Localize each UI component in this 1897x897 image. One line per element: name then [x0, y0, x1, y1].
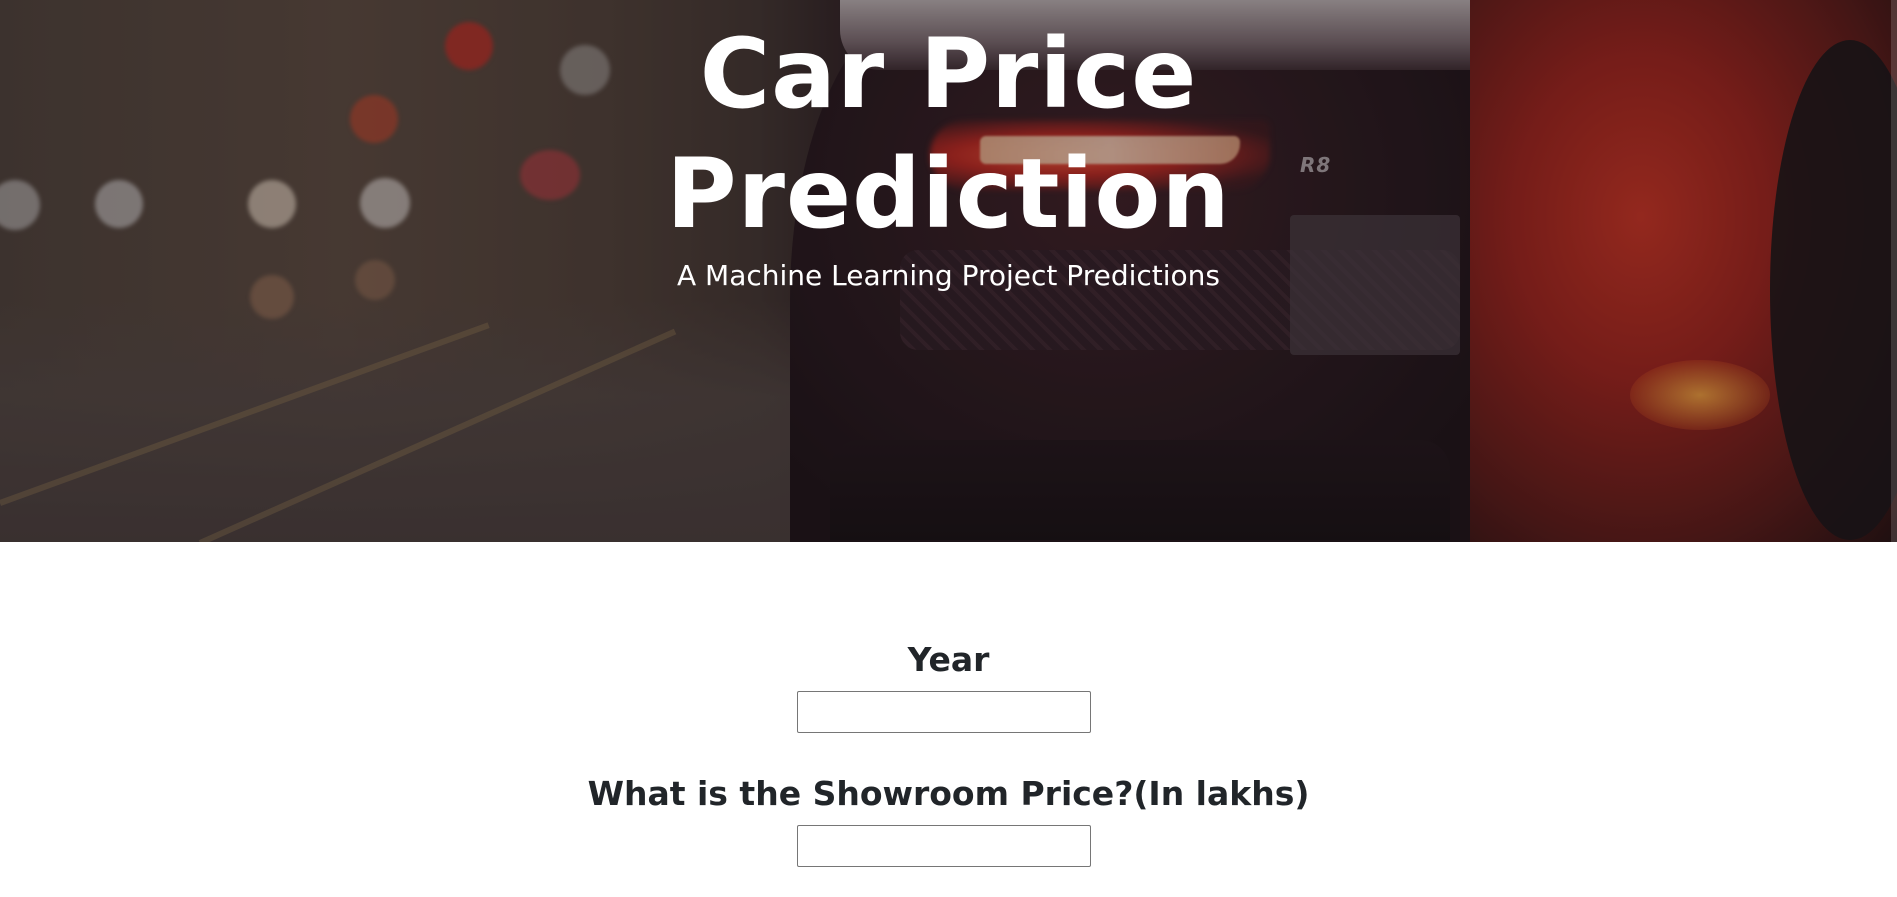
page: R8 Car Price Prediction A Machine Learni… — [0, 0, 1897, 897]
hero-banner: R8 Car Price Prediction A Machine Learni… — [0, 0, 1897, 542]
page-title-line-1: Car Price — [699, 18, 1198, 130]
page-subtitle: A Machine Learning Project Predictions — [676, 259, 1220, 292]
showroom-price-label: What is the Showroom Price?(In lakhs) — [587, 774, 1310, 813]
hero-content: Car Price Prediction A Machine Learning … — [0, 0, 1897, 542]
prediction-form: Year What is the Showroom Price?(In lakh… — [0, 542, 1897, 897]
page-title: Car Price Prediction — [0, 14, 1897, 254]
showroom-price-input[interactable] — [797, 825, 1091, 867]
year-input[interactable] — [797, 691, 1091, 733]
page-title-line-2: Prediction — [666, 138, 1231, 250]
year-label: Year — [907, 640, 990, 679]
